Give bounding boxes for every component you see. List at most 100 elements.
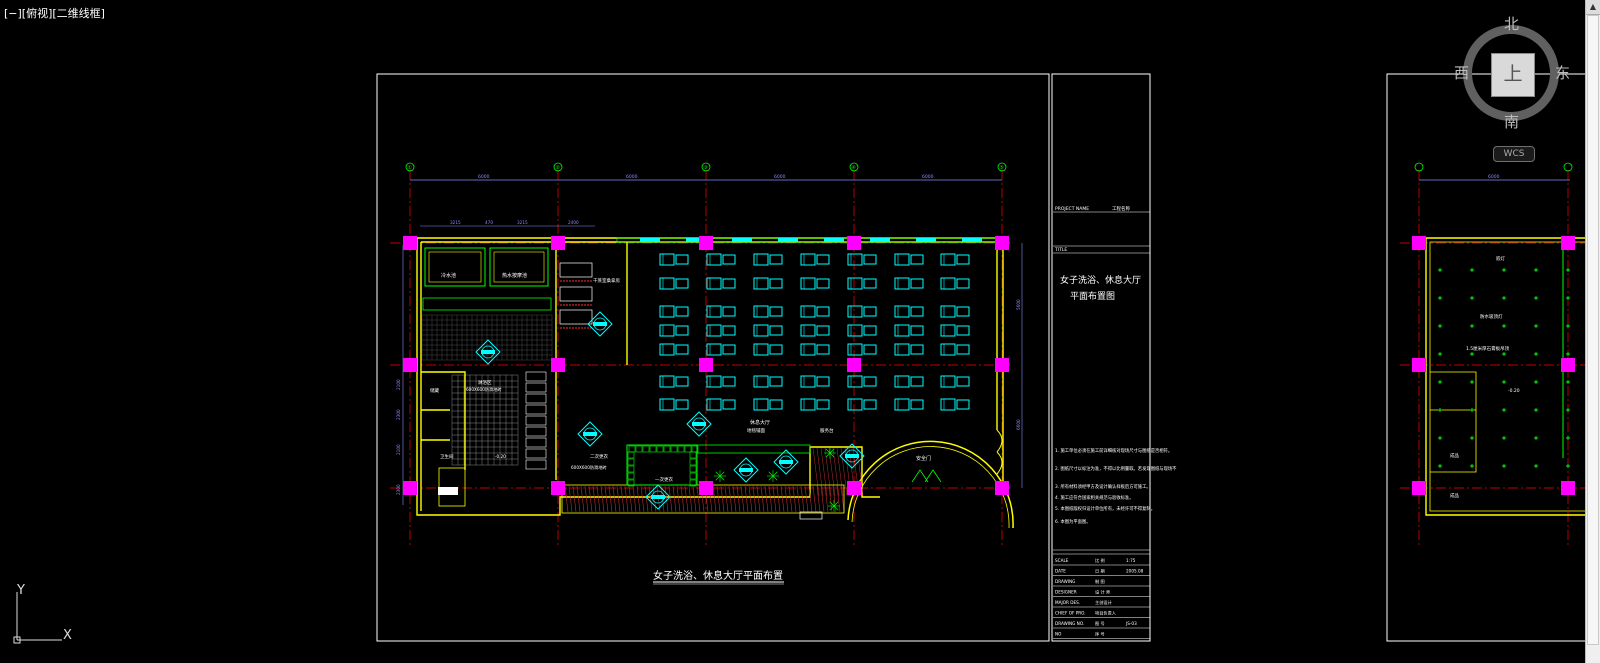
ceiling-light bbox=[1534, 436, 1538, 440]
ceiling-light bbox=[1534, 324, 1538, 328]
title-block: PROJECT NAME 工程名称 TITLE 女子洗浴、休息大厅 平面布置图 … bbox=[1051, 73, 1177, 642]
lounge-tile bbox=[627, 465, 635, 473]
ceiling-light bbox=[1502, 464, 1506, 468]
hatch-line bbox=[772, 485, 777, 513]
vertical-scrollbar[interactable]: ▲ bbox=[1585, 0, 1600, 663]
chair-seat bbox=[800, 398, 816, 411]
viewport-controls-label[interactable]: [−][俯视][二维线框] bbox=[4, 5, 105, 21]
compass-west[interactable]: 西 bbox=[1454, 62, 1469, 83]
ceiling-light bbox=[1438, 464, 1442, 468]
recliner-chair bbox=[894, 305, 924, 318]
hatch-line bbox=[724, 485, 729, 513]
lounge-tile bbox=[656, 445, 664, 453]
recliner-chair bbox=[894, 324, 924, 337]
massage-bed bbox=[559, 262, 593, 278]
chair-foot bbox=[863, 278, 877, 289]
chair-foot bbox=[816, 399, 830, 410]
hatch-line bbox=[568, 485, 573, 513]
structural-column bbox=[1412, 481, 1426, 495]
plant bbox=[767, 470, 779, 482]
chair-seat bbox=[847, 324, 863, 337]
chair-seat bbox=[706, 343, 722, 356]
floor-plan: ①②③④⑤ⒶⒷⒸ60006000600060003215470321524002… bbox=[390, 162, 1023, 545]
recliner-chair bbox=[659, 398, 689, 411]
lounge-tile bbox=[642, 445, 650, 453]
view-cube[interactable]: 上 北 南 西 东 bbox=[1454, 13, 1575, 135]
sheet-title-line1: 女子洗浴、休息大厅 bbox=[1060, 274, 1141, 286]
chair-seat bbox=[894, 324, 910, 337]
axis-label: ② bbox=[556, 165, 561, 171]
compass-east[interactable]: 东 bbox=[1555, 62, 1570, 83]
entrance-arc bbox=[847, 440, 1014, 529]
chair-seat bbox=[894, 375, 910, 388]
room-label: 服务台 bbox=[820, 427, 834, 434]
scroll-thumb[interactable] bbox=[1587, 15, 1599, 645]
chair-seat bbox=[706, 375, 722, 388]
dimension-text: 6000 bbox=[922, 174, 934, 180]
elevation-marker bbox=[577, 421, 603, 447]
recliner-chair bbox=[706, 398, 736, 411]
structural-column bbox=[1561, 358, 1575, 372]
title-row-cn: 日 期 bbox=[1095, 569, 1105, 575]
recliner-chair bbox=[847, 277, 877, 290]
title-row-value: 1:75 bbox=[1126, 558, 1136, 563]
structural-column bbox=[403, 358, 417, 372]
scroll-up-arrow-icon[interactable]: ▲ bbox=[1586, 0, 1600, 15]
right-label: 成品 bbox=[1450, 492, 1459, 499]
recliner-chair bbox=[753, 324, 783, 337]
chair-foot bbox=[769, 376, 783, 387]
hatch-line bbox=[608, 485, 613, 513]
chair-foot bbox=[956, 325, 970, 336]
title-row-value: 2005.08 bbox=[1126, 569, 1144, 574]
axis-label: ③ bbox=[704, 165, 708, 171]
hatch-line bbox=[804, 485, 809, 513]
drawing-canvas[interactable]: PROJECT NAME 工程名称 TITLE 女子洗浴、休息大厅 平面布置图 … bbox=[0, 0, 1600, 663]
chair-seat bbox=[753, 375, 769, 388]
plant-leaf bbox=[825, 452, 831, 458]
room-label: 休息大厅 bbox=[750, 419, 770, 426]
chair-seat bbox=[894, 343, 910, 356]
hatch-line bbox=[716, 485, 721, 513]
dimension-text: 2400 bbox=[568, 220, 579, 225]
chair-foot bbox=[769, 325, 783, 336]
ceiling-light bbox=[1470, 324, 1474, 328]
compass-north[interactable]: 北 bbox=[1504, 13, 1519, 34]
ceiling-light bbox=[1470, 352, 1474, 356]
chair-seat bbox=[659, 343, 675, 356]
chair-foot bbox=[722, 344, 736, 355]
locker bbox=[525, 426, 547, 437]
plant-leaf bbox=[768, 475, 774, 481]
marker-bar bbox=[651, 495, 665, 499]
title-row-cn: 主创设计 bbox=[1095, 599, 1112, 606]
chair-foot bbox=[675, 254, 689, 265]
hatch-line bbox=[672, 485, 677, 513]
recliner-chair bbox=[847, 343, 877, 356]
chair-seat bbox=[847, 375, 863, 388]
view-cube-top-face[interactable]: 上 bbox=[1491, 53, 1535, 97]
recliner-chair bbox=[800, 324, 830, 337]
wall bbox=[1429, 241, 1590, 512]
hatch-line bbox=[792, 485, 797, 513]
hatch-line bbox=[596, 485, 601, 513]
lounge-tile bbox=[635, 445, 643, 453]
sheet-frame-main bbox=[376, 73, 1050, 642]
ceiling-light bbox=[1438, 380, 1442, 384]
structural-column bbox=[995, 236, 1009, 250]
recliner-chair bbox=[800, 305, 830, 318]
chair-foot bbox=[722, 278, 736, 289]
right-label: 嵌灯 bbox=[1496, 255, 1505, 262]
ceiling-light bbox=[1438, 408, 1442, 412]
compass-south[interactable]: 南 bbox=[1504, 111, 1519, 132]
plant-leaf bbox=[715, 471, 721, 477]
hatch-line bbox=[584, 485, 589, 513]
elevation-marker bbox=[686, 411, 712, 437]
wcs-menu-button[interactable]: WCS bbox=[1493, 146, 1535, 162]
hatch-line bbox=[820, 485, 825, 513]
structural-column bbox=[551, 236, 565, 250]
room-label: 安全门 bbox=[916, 455, 931, 462]
hatch-line bbox=[668, 485, 673, 513]
lounge-tile bbox=[689, 451, 697, 459]
bench bbox=[422, 297, 552, 311]
structural-column bbox=[1561, 236, 1575, 250]
chair-foot bbox=[769, 344, 783, 355]
